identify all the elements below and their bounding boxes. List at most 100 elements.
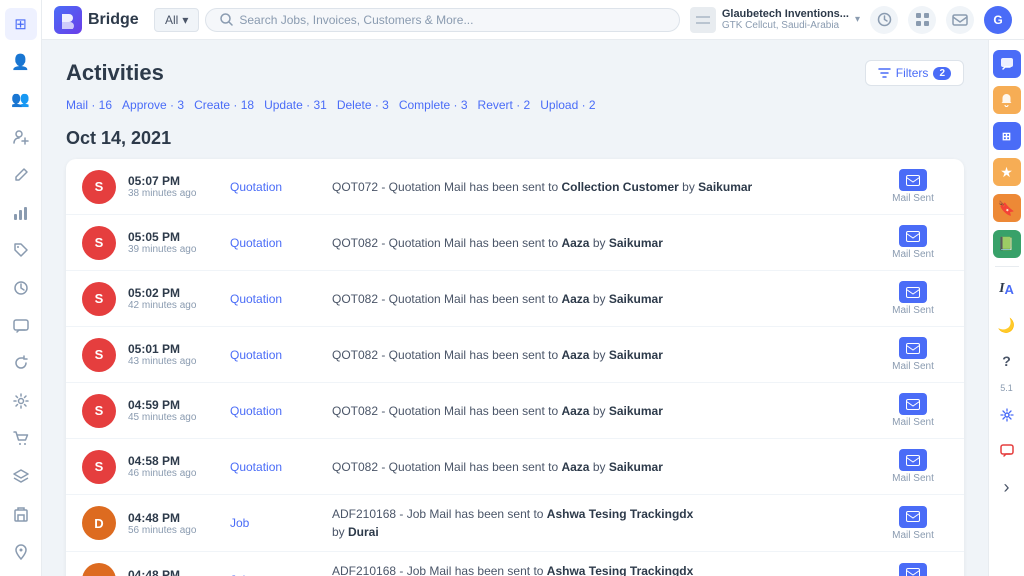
time-column: 05:07 PM 38 minutes ago <box>128 174 218 199</box>
sidebar-item-location[interactable] <box>5 536 37 568</box>
chevron-right-sidebar-icon[interactable]: › <box>993 473 1021 501</box>
time-column: 05:01 PM 43 minutes ago <box>128 342 218 367</box>
filter-tag-complete[interactable]: Complete · 3 <box>399 96 468 114</box>
left-sidebar: ⊞ 👤 👥 <box>0 0 42 576</box>
activity-type[interactable]: Quotation <box>230 460 320 474</box>
search-placeholder: Search Jobs, Invoices, Customers & More.… <box>239 13 473 27</box>
activity-type[interactable]: Quotation <box>230 236 320 250</box>
status-badge: Mail Sent <box>892 193 934 204</box>
grid-nav-button[interactable] <box>908 6 936 34</box>
filters-label: Filters <box>896 66 929 80</box>
time-main: 05:07 PM <box>128 174 218 188</box>
mail-icon <box>899 506 927 528</box>
time-ago: 45 minutes ago <box>128 412 218 423</box>
search-filter-dropdown[interactable]: All ▾ <box>154 8 199 32</box>
time-main: 05:05 PM <box>128 230 218 244</box>
sidebar-item-clock[interactable] <box>5 272 37 304</box>
clock-nav-button[interactable] <box>870 6 898 34</box>
time-main: 04:48 PM <box>128 511 218 525</box>
right-area: Glaubetech Inventions... GTK Cellcut, Sa… <box>690 6 1012 34</box>
sidebar-item-layers[interactable] <box>5 461 37 493</box>
filter-tag-delete[interactable]: Delete · 3 <box>337 96 389 114</box>
status-column: Mail Sent <box>878 449 948 484</box>
sidebar-item-chat[interactable] <box>5 310 37 342</box>
filter-tag-revert[interactable]: Revert · 2 <box>478 96 531 114</box>
time-column: 05:02 PM 42 minutes ago <box>128 286 218 311</box>
filter-tag-mail[interactable]: Mail · 16 <box>66 96 112 114</box>
date-section-label: Oct 14, 2021 <box>66 128 964 149</box>
time-ago: 39 minutes ago <box>128 244 218 255</box>
bookmark-sidebar-icon[interactable]: 🔖 <box>993 194 1021 222</box>
filter-tag-create[interactable]: Create · 18 <box>194 96 254 114</box>
activity-type[interactable]: Quotation <box>230 180 320 194</box>
sidebar-item-person[interactable]: 👤 <box>5 46 37 78</box>
activity-type[interactable]: Job <box>230 516 320 530</box>
mail-icon <box>899 449 927 471</box>
filters-count: 2 <box>933 67 951 80</box>
grid-sidebar-icon[interactable]: ⊞ <box>993 122 1021 150</box>
sidebar-item-user-add[interactable] <box>5 121 37 153</box>
table-row: S 04:59 PM 45 minutes ago Quotation QOT0… <box>66 383 964 439</box>
avatar: D <box>82 563 116 576</box>
table-row: S 04:58 PM 46 minutes ago Quotation QOT0… <box>66 439 964 495</box>
mail-icon <box>899 169 927 191</box>
sidebar-item-edit[interactable] <box>5 159 37 191</box>
filters-button[interactable]: Filters 2 <box>865 60 964 86</box>
avatar: S <box>82 282 116 316</box>
sidebar-item-grid[interactable]: ⊞ <box>5 8 37 40</box>
status-column: Mail Sent <box>878 393 948 428</box>
bell-sidebar-icon[interactable] <box>993 86 1021 114</box>
activity-description: QOT072 - Quotation Mail has been sent to… <box>332 178 866 196</box>
company-name: Glaubetech Inventions... <box>722 8 849 20</box>
sidebar-item-people[interactable]: 👥 <box>5 83 37 115</box>
sidebar-item-cart[interactable] <box>5 423 37 455</box>
sidebar-item-settings[interactable] <box>5 385 37 417</box>
status-badge: Mail Sent <box>892 305 934 316</box>
filter-tag-upload[interactable]: Upload · 2 <box>540 96 595 114</box>
message-sidebar-icon[interactable] <box>993 437 1021 465</box>
search-box[interactable]: Search Jobs, Invoices, Customers & More.… <box>205 8 679 32</box>
sidebar-item-building[interactable] <box>5 499 37 531</box>
status-badge: Mail Sent <box>892 417 934 428</box>
filter-tag-approve[interactable]: Approve · 3 <box>122 96 184 114</box>
activity-type[interactable]: Quotation <box>230 348 320 362</box>
filter-tags: Mail · 16 Approve · 3 Create · 18 Update… <box>66 96 964 114</box>
mail-icon <box>899 337 927 359</box>
right-sidebar: ⊞ ★ 🔖 📗 IA 🌙 ? 5.1 › <box>988 40 1024 576</box>
time-main: 04:48 PM <box>128 568 218 576</box>
filter-tag-update[interactable]: Update · 31 <box>264 96 327 114</box>
avatar: S <box>82 170 116 204</box>
search-area: All ▾ Search Jobs, Invoices, Customers &… <box>154 8 680 32</box>
status-column: Mail Sent <box>878 337 948 372</box>
status-column: Mail Sent <box>878 281 948 316</box>
status-badge: Mail Sent <box>892 530 934 541</box>
time-main: 04:58 PM <box>128 454 218 468</box>
status-column: Mail Sent <box>878 506 948 541</box>
sidebar-item-refresh[interactable] <box>5 348 37 380</box>
activity-description: QOT082 - Quotation Mail has been sent to… <box>332 290 866 308</box>
sidebar-item-chart[interactable] <box>5 197 37 229</box>
sidebar-divider-1 <box>995 266 1019 267</box>
activity-type[interactable]: Quotation <box>230 404 320 418</box>
star-sidebar-icon[interactable]: ★ <box>993 158 1021 186</box>
company-info[interactable]: Glaubetech Inventions... GTK Cellcut, Sa… <box>690 7 860 33</box>
chevron-down-icon: ▾ <box>182 13 188 27</box>
filter-label: All <box>165 13 178 27</box>
moon-sidebar-icon[interactable]: 🌙 <box>993 311 1021 339</box>
text-cursor-icon[interactable]: IA <box>993 275 1021 303</box>
time-ago: 43 minutes ago <box>128 356 218 367</box>
activity-type[interactable]: Quotation <box>230 292 320 306</box>
sidebar-item-tag[interactable] <box>5 234 37 266</box>
page-header: Activities Filters 2 <box>66 60 964 86</box>
activity-description: ADF210168 - Job Mail has been sent to As… <box>332 562 866 576</box>
activity-description: QOT082 - Quotation Mail has been sent to… <box>332 234 866 252</box>
time-main: 05:02 PM <box>128 286 218 300</box>
book-sidebar-icon[interactable]: 📗 <box>993 230 1021 258</box>
gear-sidebar-icon[interactable] <box>993 401 1021 429</box>
user-avatar[interactable]: G <box>984 6 1012 34</box>
mail-nav-button[interactable] <box>946 6 974 34</box>
chat-sidebar-icon[interactable] <box>993 50 1021 78</box>
question-sidebar-icon[interactable]: ? <box>993 347 1021 375</box>
time-main: 04:59 PM <box>128 398 218 412</box>
activity-description: QOT082 - Quotation Mail has been sent to… <box>332 346 866 364</box>
